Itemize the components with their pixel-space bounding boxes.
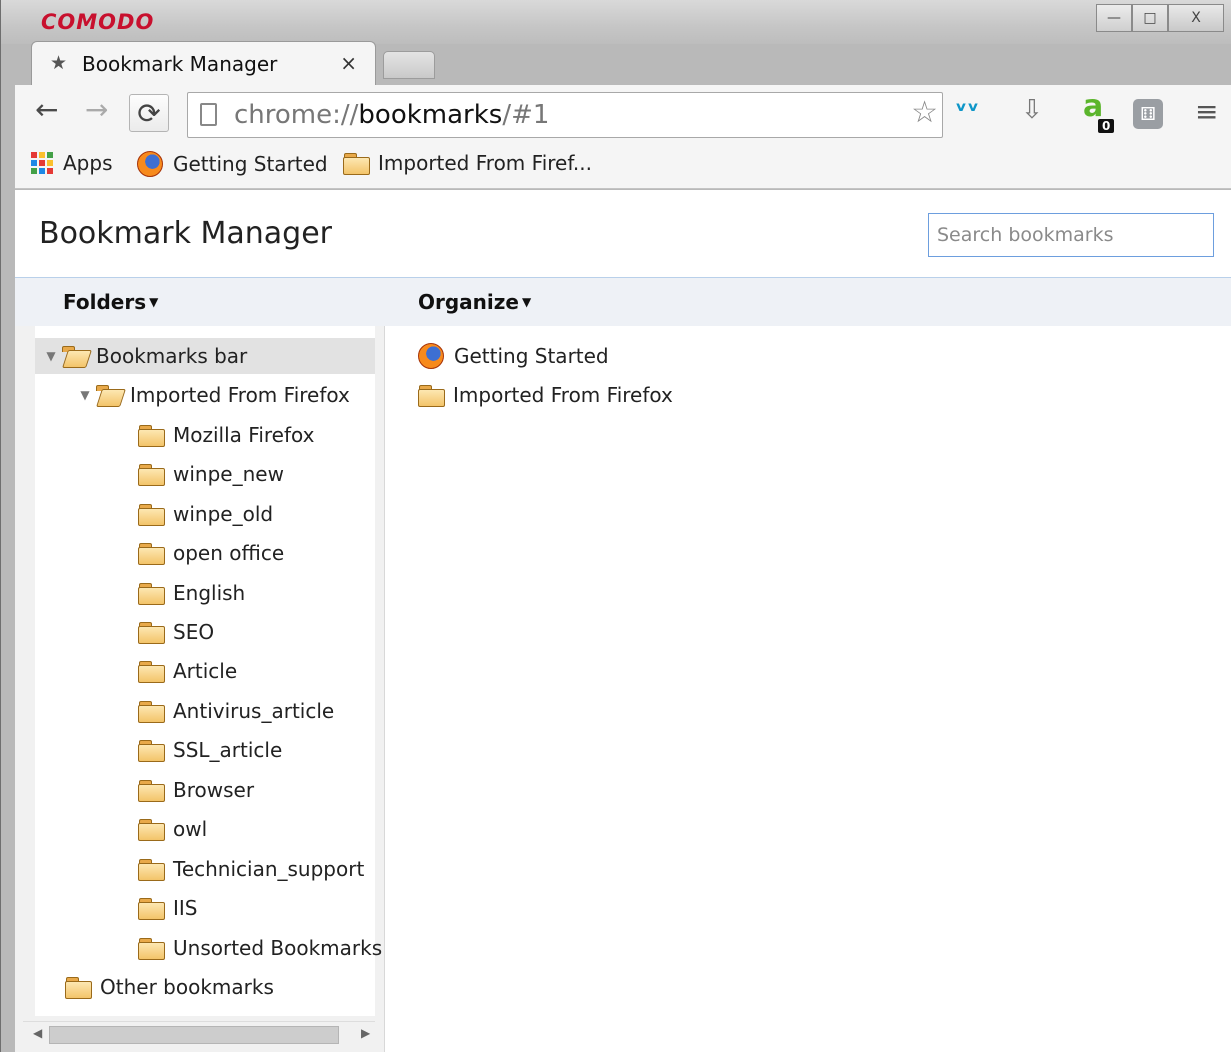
folder-icon	[418, 384, 445, 407]
page-icon	[200, 103, 217, 126]
tab-bookmark-manager[interactable]: ★ Bookmark Manager ×	[31, 41, 376, 85]
column-header: Folders ▼ Organize ▼	[15, 278, 1231, 326]
tree-item-folder[interactable]: SEO	[138, 614, 214, 650]
minimize-button[interactable]: —	[1096, 4, 1132, 32]
expand-arrow-icon[interactable]: ▼	[75, 388, 95, 402]
folder-icon	[138, 897, 165, 920]
search-input[interactable]	[928, 213, 1214, 257]
folder-icon	[138, 424, 165, 447]
toolbar: ← → ⟳ chrome://bookmarks/#1 ☆ ᵛᵛ ⇩ a 0 ⚅…	[15, 85, 1231, 141]
browser-window: COMODO — □ X ★ Bookmark Manager × ← → ⟳ …	[0, 0, 1231, 1052]
firefox-icon	[137, 151, 163, 177]
maximize-button[interactable]: □	[1132, 4, 1168, 32]
new-tab-button[interactable]	[383, 51, 435, 79]
tree-item-folder[interactable]: winpe_old	[138, 496, 273, 532]
star-icon: ★	[50, 52, 68, 74]
folder-icon	[138, 621, 165, 644]
apps-icon	[31, 152, 53, 174]
tree-item-bookmarks-bar[interactable]: ▼ Bookmarks bar	[35, 338, 375, 374]
scroll-right-icon[interactable]: ▶	[361, 1026, 370, 1040]
tree-item-folder[interactable]: owl	[138, 811, 207, 847]
bookmark-list: Getting Started Imported From Firefox	[386, 326, 1231, 1052]
list-item-imported-from-firefox[interactable]: Imported From Firefox	[418, 377, 673, 413]
folder-icon	[138, 779, 165, 802]
folders-menu-button[interactable]: Folders ▼	[63, 290, 158, 314]
title-bar: COMODO — □ X	[1, 0, 1231, 44]
menu-icon[interactable]: ≡	[1195, 95, 1218, 128]
tree-item-folder[interactable]: SSL_article	[138, 732, 282, 768]
bookmark-label: Imported From Firef...	[378, 151, 592, 175]
folder-icon	[138, 582, 165, 605]
extension-box-icon[interactable]: ⚅	[1133, 99, 1163, 129]
horizontal-scrollbar[interactable]: ◀ ▶	[23, 1021, 375, 1047]
scroll-left-icon[interactable]: ◀	[33, 1026, 42, 1040]
folder-icon	[138, 937, 165, 960]
tree-item-folder[interactable]: Antivirus_article	[138, 693, 334, 729]
organize-menu-button[interactable]: Organize ▼	[418, 290, 531, 314]
folder-icon	[138, 463, 165, 486]
back-icon[interactable]: ←	[35, 93, 58, 126]
bookmark-manager-page: Bookmark Manager Folders▼ Organize▼ ▼ Bo…	[15, 190, 1231, 1052]
firefox-icon	[418, 343, 444, 369]
page-title: Bookmark Manager	[39, 216, 333, 251]
reload-button[interactable]: ⟳	[129, 94, 169, 132]
address-bar[interactable]: chrome://bookmarks/#1 ☆	[187, 92, 943, 138]
folder-icon	[138, 660, 165, 683]
tree-item-folder[interactable]: Article	[138, 653, 237, 689]
apps-label: Apps	[63, 151, 113, 175]
caret-down-icon: ▼	[149, 295, 159, 309]
bookmarks-bar: Apps Getting Started Imported From Firef…	[15, 141, 1231, 189]
folder-icon	[65, 976, 92, 999]
folder-icon	[138, 503, 165, 526]
url-text: chrome://bookmarks/#1	[234, 100, 550, 130]
caret-down-icon: ▼	[521, 295, 532, 309]
tree-item-other-bookmarks[interactable]: Other bookmarks	[65, 969, 274, 1005]
tree-item-folder[interactable]: Unsorted Bookmarks	[138, 930, 382, 966]
tree-item-folder[interactable]: winpe_new	[138, 456, 284, 492]
tree-item-folder[interactable]: open office	[138, 535, 284, 571]
tree-item-folder[interactable]: Technician_support	[138, 851, 364, 887]
bookmark-getting-started[interactable]: Getting Started	[137, 151, 328, 177]
expand-arrow-icon[interactable]: ▼	[41, 349, 61, 363]
comodo-logo: COMODO	[41, 10, 155, 34]
tree-item-folder[interactable]: IIS	[138, 890, 198, 926]
tree-item-imported-from-firefox[interactable]: ▼ Imported From Firefox	[75, 377, 349, 413]
extension-badge: 0	[1098, 119, 1115, 133]
folder-open-icon	[95, 384, 122, 406]
extension-wave-icon[interactable]: ᵛᵛ	[955, 97, 979, 125]
scrollbar-thumb[interactable]	[49, 1026, 339, 1044]
folder-tree: ▼ Bookmarks bar ▼ Imported From Firefox …	[15, 326, 385, 1052]
folder-icon	[138, 700, 165, 723]
tree-item-folder[interactable]: Browser	[138, 772, 254, 808]
list-item-getting-started[interactable]: Getting Started	[418, 338, 609, 374]
download-extension-icon[interactable]: ⇩	[1021, 95, 1043, 125]
folder-open-icon	[61, 345, 88, 367]
folder-icon	[138, 818, 165, 841]
tree-item-folder[interactable]: Mozilla Firefox	[138, 417, 314, 453]
bookmark-label: Getting Started	[173, 152, 328, 176]
window-controls: — □ X	[1096, 4, 1224, 32]
forward-icon[interactable]: →	[85, 93, 108, 126]
tab-title: Bookmark Manager	[82, 52, 278, 76]
folder-icon	[138, 858, 165, 881]
close-window-button[interactable]: X	[1168, 4, 1224, 32]
folder-icon	[138, 739, 165, 762]
folder-icon	[343, 152, 370, 175]
bookmark-star-icon[interactable]: ☆	[911, 95, 938, 130]
folder-icon	[138, 542, 165, 565]
tree-item-folder[interactable]: English	[138, 575, 245, 611]
tab-close-icon[interactable]: ×	[340, 51, 357, 75]
bookmark-imported-folder[interactable]: Imported From Firef...	[343, 151, 592, 175]
apps-shortcut[interactable]: Apps	[31, 151, 113, 175]
